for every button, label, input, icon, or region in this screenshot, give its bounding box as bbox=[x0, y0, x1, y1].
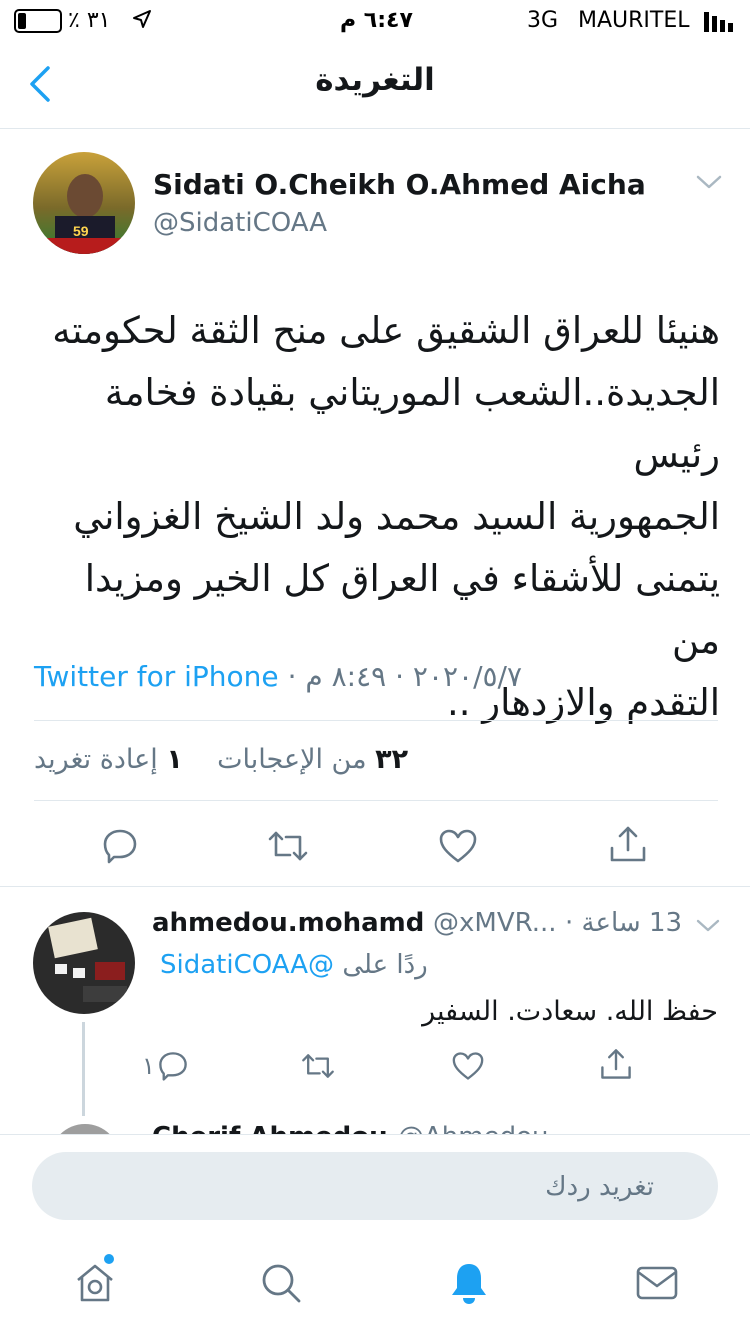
reply-author-avatar[interactable] bbox=[33, 912, 135, 1014]
tab-home[interactable] bbox=[70, 1254, 120, 1308]
reply-author-handle[interactable]: @xMVR... bbox=[433, 908, 557, 938]
tweet-stats: ٣٢ من الإعجابات ١ إعادة تغريد bbox=[34, 744, 408, 775]
tweet-options-button[interactable] bbox=[696, 174, 722, 194]
home-icon bbox=[77, 1264, 113, 1302]
page-title: التغريدة bbox=[315, 62, 435, 98]
author-name[interactable]: Sidati O.Cheikh O.Ahmed Aicha bbox=[153, 168, 646, 201]
tweet-date: ٢٠٢٠/٥/٧ bbox=[412, 660, 523, 693]
reply-time: 13 ساعة · bbox=[565, 908, 683, 938]
likes-stat[interactable]: ٣٢ من الإعجابات bbox=[217, 744, 408, 775]
tab-bar bbox=[0, 1236, 750, 1334]
reply-retweet-button[interactable] bbox=[300, 1048, 336, 1084]
replying-to-label: ردًا على bbox=[342, 950, 428, 980]
chevron-down-icon bbox=[696, 175, 722, 189]
retweets-count: ١ bbox=[166, 744, 183, 775]
tab-notifications[interactable] bbox=[446, 1260, 492, 1306]
next-reply-author-name[interactable]: Cherif Ahmedou bbox=[152, 1122, 388, 1134]
network-type: 3G bbox=[527, 8, 559, 33]
share-button[interactable] bbox=[606, 822, 650, 866]
reply-count: ١ bbox=[142, 1052, 155, 1080]
thread-line bbox=[82, 1022, 85, 1116]
divider bbox=[0, 1134, 750, 1135]
reply-author-name[interactable]: ahmedou.mohamd bbox=[152, 908, 424, 938]
reply-button[interactable] bbox=[98, 824, 142, 868]
compose-placeholder: تغريد ردك bbox=[545, 1172, 654, 1202]
reply-time-value: 13 ساعة bbox=[581, 908, 683, 938]
meta-separator: · bbox=[287, 660, 306, 693]
heart-icon bbox=[452, 1052, 484, 1080]
messages-icon bbox=[636, 1266, 678, 1300]
notifications-icon bbox=[452, 1264, 486, 1304]
avatar-badge: 59 bbox=[73, 223, 89, 239]
tweet-text-line: هنيئا للعراق الشقيق على منح الثقة لحكومت… bbox=[52, 309, 720, 352]
author-avatar[interactable]: 59 bbox=[33, 152, 135, 254]
status-bar: ٪ ٣١ ٦:٤٧ م 3G MAURITEL bbox=[0, 0, 750, 40]
meta-separator: · bbox=[386, 660, 405, 693]
home-unread-dot bbox=[104, 1254, 114, 1264]
replying-to: ردًا على @SidatiCOAA bbox=[160, 950, 428, 980]
likes-label: من الإعجابات bbox=[217, 744, 367, 775]
likes-count: ٣٢ bbox=[375, 744, 409, 775]
reply-like-button[interactable] bbox=[450, 1048, 486, 1084]
heart-icon bbox=[439, 829, 477, 863]
divider bbox=[34, 720, 718, 721]
reply-reply-button[interactable]: ١ bbox=[142, 1046, 189, 1086]
location-icon bbox=[132, 9, 152, 33]
carrier-name: MAURITEL bbox=[578, 8, 690, 33]
retweets-label: إعادة تغريد bbox=[34, 744, 158, 775]
tweet-text-line: يتمنى للأشقاء في العراق كل الخير ومزيدا … bbox=[84, 557, 720, 662]
tweet-client-link[interactable]: Twitter for iPhone bbox=[34, 660, 279, 693]
tweet-time: ٨:٤٩ م bbox=[305, 660, 387, 693]
tweet-text-line: الجديدة..الشعب الموريتاني بقيادة فخامة ر… bbox=[104, 371, 720, 476]
signal-icon bbox=[704, 10, 738, 36]
next-reply-avatar[interactable] bbox=[50, 1124, 120, 1134]
divider bbox=[34, 800, 718, 801]
retweet-icon bbox=[268, 831, 308, 861]
reply-share-button[interactable] bbox=[598, 1046, 634, 1082]
share-icon bbox=[610, 826, 646, 862]
share-icon bbox=[601, 1049, 631, 1079]
reply-text: حفظ الله. سعادت. السفير bbox=[422, 996, 718, 1027]
tab-messages[interactable] bbox=[634, 1262, 680, 1304]
battery-percent: ٪ ٣١ bbox=[68, 8, 111, 33]
nav-bar: التغريدة bbox=[0, 40, 750, 129]
like-button[interactable] bbox=[436, 824, 480, 868]
retweet-button[interactable] bbox=[266, 824, 310, 868]
battery-icon bbox=[14, 9, 62, 33]
reply-icon bbox=[103, 829, 137, 864]
divider bbox=[0, 886, 750, 887]
retweet-icon bbox=[302, 1054, 334, 1078]
replying-to-handle[interactable]: @SidatiCOAA bbox=[160, 950, 334, 980]
tab-search[interactable] bbox=[258, 1260, 304, 1306]
author-handle[interactable]: @SidatiCOAA bbox=[153, 208, 327, 238]
next-reply-author-handle[interactable]: @Ahmedou bbox=[398, 1122, 548, 1134]
retweets-stat[interactable]: ١ إعادة تغريد bbox=[34, 744, 183, 775]
tweet-text-line: الجمهورية السيد محمد ولد الشيخ الغزواني bbox=[73, 495, 720, 538]
tweet-meta: Twitter for iPhone · ٢٠٢٠/٥/٧ · ٨:٤٩ م bbox=[34, 660, 522, 693]
reply-icon bbox=[159, 1052, 187, 1081]
chevron-down-icon bbox=[696, 919, 720, 932]
reply-options-button[interactable] bbox=[696, 918, 720, 937]
search-icon bbox=[262, 1264, 301, 1303]
status-time: ٦:٤٧ م bbox=[340, 8, 413, 33]
next-reply-partial: Cherif Ahmedou @Ahmedou bbox=[0, 1116, 750, 1134]
